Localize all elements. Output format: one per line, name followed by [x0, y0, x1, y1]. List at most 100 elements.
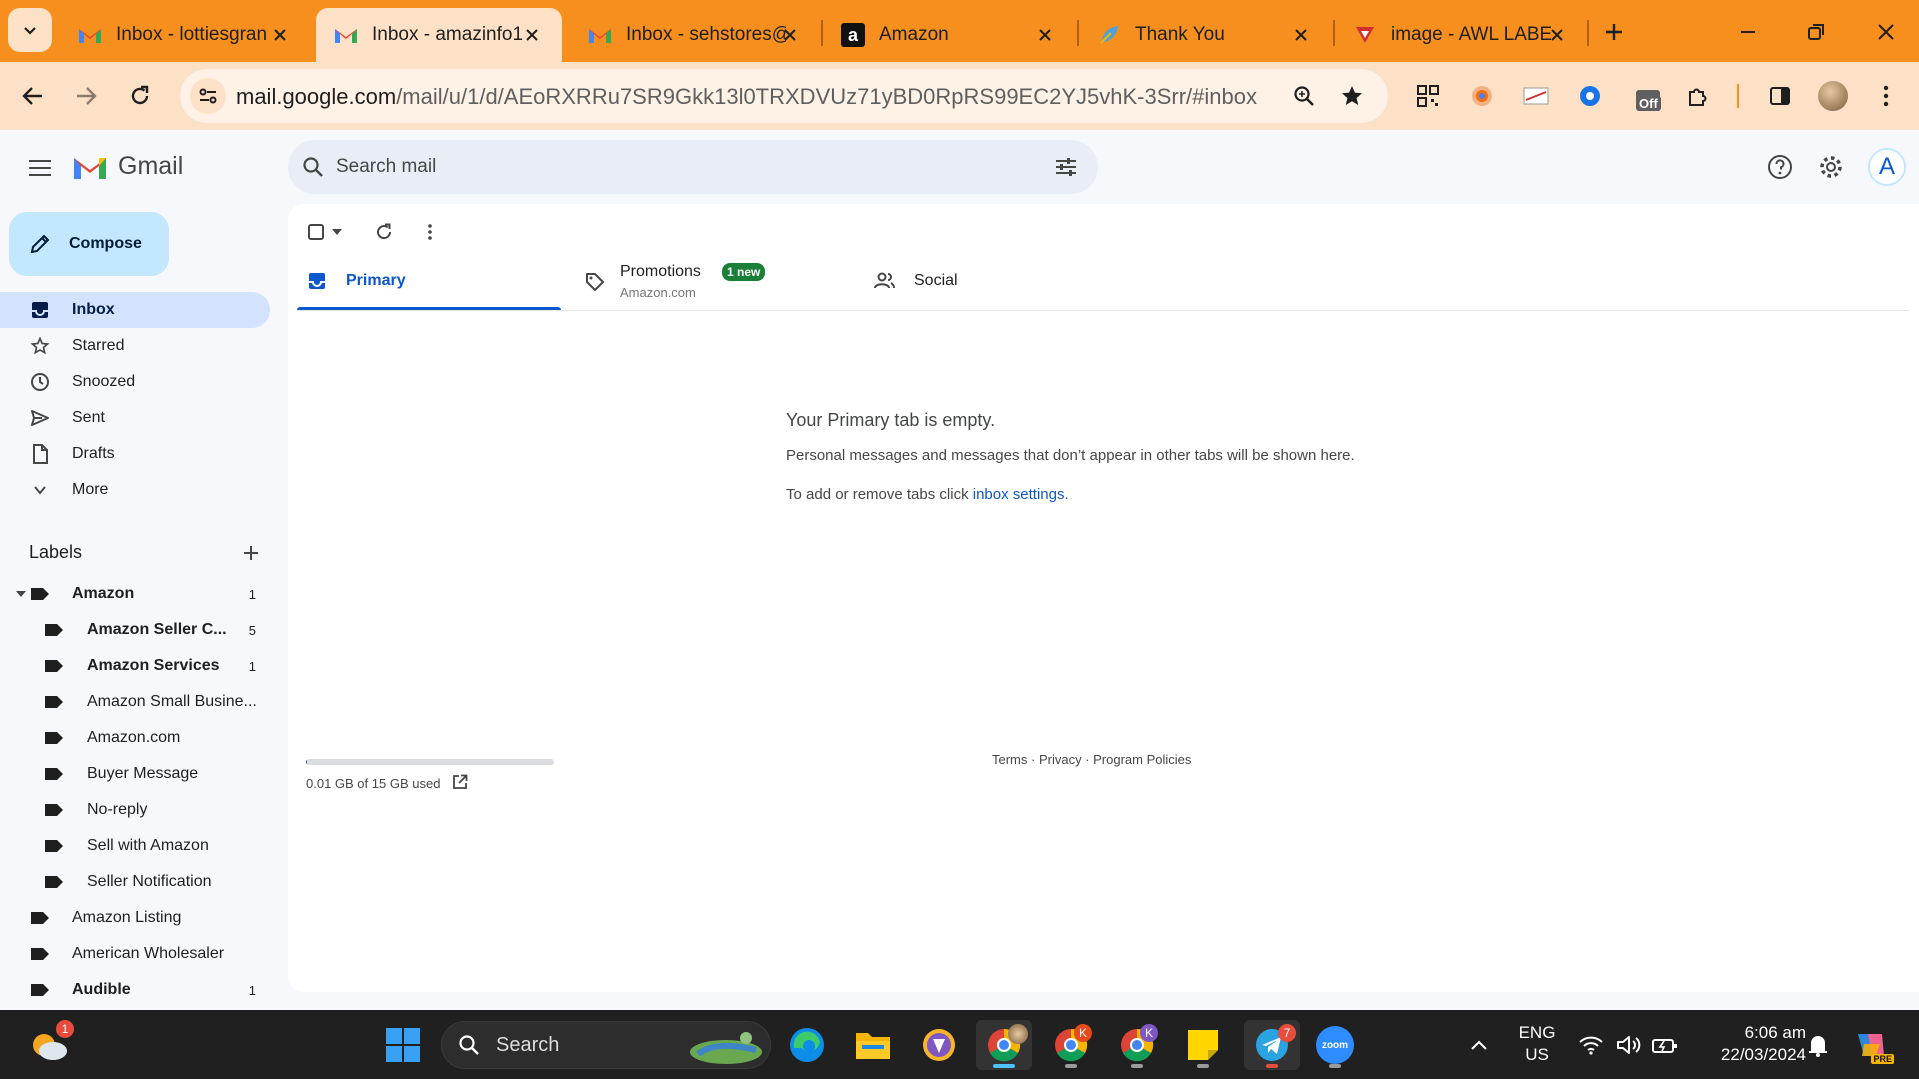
nav-more[interactable]: More — [0, 472, 270, 508]
side-panel-icon[interactable] — [1762, 78, 1798, 114]
minimize-button[interactable] — [1730, 14, 1766, 50]
label-item[interactable]: Audible 1 — [0, 972, 270, 1008]
label-name: Amazon.com — [87, 729, 181, 746]
close-icon[interactable] — [1543, 21, 1571, 49]
program-policies-link[interactable]: Program Policies — [1093, 752, 1191, 767]
weather-widget[interactable]: 1 — [24, 1020, 74, 1070]
close-window-button[interactable] — [1868, 14, 1904, 50]
nav-drafts[interactable]: Drafts — [0, 436, 270, 472]
browser-tab[interactable]: image - AWL LABE — [1335, 8, 1587, 62]
label-item[interactable]: Amazon.com — [0, 720, 270, 756]
label-item[interactable]: Amazon Listing — [0, 900, 270, 936]
telegram-app[interactable]: 7 — [1244, 1020, 1300, 1070]
compose-button[interactable]: Compose — [9, 212, 169, 276]
browser-tab[interactable]: Thank You — [1079, 8, 1331, 62]
tab-search-button[interactable] — [8, 8, 52, 52]
terms-link[interactable]: Terms — [992, 752, 1027, 767]
close-icon[interactable] — [1031, 21, 1059, 49]
chrome-app[interactable]: K — [1046, 1020, 1096, 1070]
tab-social[interactable]: Social — [874, 254, 1134, 310]
battery-charging-icon — [1652, 1039, 1677, 1053]
site-info-icon[interactable] — [190, 78, 226, 114]
label-item[interactable]: Amazon Seller C... 5 — [0, 612, 270, 648]
address-bar[interactable]: mail.google.com/mail/u/1/d/AEoRXRRu7SR9G… — [180, 69, 1388, 123]
browser-tab[interactable]: Inbox - sehstores@ — [570, 8, 820, 62]
login-extension-icon[interactable] — [1518, 78, 1554, 114]
nav-sent[interactable]: Sent — [0, 400, 270, 436]
sticky-notes-app[interactable] — [1178, 1020, 1228, 1070]
browser-tab[interactable]: a Amazon — [823, 8, 1075, 62]
language-indicator[interactable]: ENG US — [1510, 1022, 1564, 1066]
chrome-app[interactable]: K — [1112, 1020, 1162, 1070]
file-explorer[interactable] — [848, 1020, 898, 1070]
copilot-button[interactable]: PRE — [1846, 1020, 1896, 1070]
close-icon[interactable] — [1287, 21, 1315, 49]
chrome-app-active[interactable] — [976, 1020, 1032, 1070]
battery-status[interactable] — [1642, 1020, 1688, 1070]
label-item[interactable]: Amazon Services 1 — [0, 648, 270, 684]
search-options-icon[interactable] — [1054, 155, 1078, 179]
label-item[interactable]: Sell with Amazon — [0, 828, 270, 864]
forward-button[interactable] — [68, 78, 104, 114]
close-icon[interactable] — [518, 21, 546, 49]
extensions-puzzle-icon[interactable] — [1680, 78, 1716, 114]
support-icon[interactable] — [1767, 154, 1793, 180]
caret-down-icon[interactable] — [332, 229, 342, 235]
empty-title: Your Primary tab is empty. — [786, 410, 996, 430]
nav-snoozed[interactable]: Snoozed — [0, 364, 270, 400]
timer-extension-icon[interactable]: Off — [1630, 82, 1666, 118]
nav-inbox[interactable]: Inbox — [0, 292, 270, 328]
start-button[interactable] — [378, 1020, 428, 1070]
inbox-settings-link[interactable]: inbox settings — [973, 486, 1065, 503]
label-item[interactable]: No-reply — [0, 792, 270, 828]
circle-extension-icon[interactable] — [1464, 78, 1500, 114]
tab-promotions[interactable]: Promotions 1 new Amazon.com — [585, 254, 845, 310]
label-item[interactable]: Seller Notification — [0, 864, 270, 900]
browser-tab-active[interactable]: Inbox - amazinfo1 — [316, 8, 562, 62]
edge-browser[interactable] — [782, 1020, 832, 1070]
show-hidden-icons-button[interactable] — [1454, 1020, 1504, 1070]
label-item[interactable]: Amazon Small Busine... — [0, 684, 270, 720]
inbox-icon — [28, 298, 52, 322]
settings-gear-icon[interactable] — [1818, 154, 1844, 180]
caret-down-icon[interactable] — [16, 590, 26, 598]
clock[interactable]: 6:06 am 22/03/2024 — [1696, 1022, 1806, 1066]
search-input[interactable] — [336, 140, 996, 194]
reload-button[interactable] — [122, 78, 158, 114]
external-link-icon[interactable] — [452, 774, 468, 790]
search-icon[interactable] — [302, 156, 324, 178]
close-icon[interactable] — [266, 21, 294, 49]
privacy-link[interactable]: Privacy — [1039, 752, 1082, 767]
people-icon — [874, 272, 895, 289]
close-icon[interactable] — [776, 21, 804, 49]
search-bar[interactable] — [288, 140, 1098, 194]
restore-button[interactable] — [1798, 14, 1834, 50]
label-item[interactable]: American Wholesaler — [0, 936, 270, 972]
qr-code-extension-icon[interactable] — [1410, 78, 1446, 114]
more-vertical-icon[interactable] — [427, 224, 433, 240]
label-count: 1 — [248, 586, 256, 602]
label-item[interactable]: Amazon 1 — [0, 576, 270, 612]
nav-starred[interactable]: Starred — [0, 328, 270, 364]
refresh-icon[interactable] — [375, 223, 393, 241]
zoom-app[interactable]: zoom — [1310, 1020, 1360, 1070]
taskbar-search[interactable]: Search — [441, 1021, 771, 1069]
select-all-checkbox[interactable] — [308, 224, 342, 240]
bookmark-star-icon[interactable] — [1334, 78, 1370, 114]
tab-primary[interactable]: Primary — [297, 254, 561, 310]
brave-app[interactable] — [914, 1020, 964, 1070]
game-extension-icon[interactable] — [1572, 78, 1608, 114]
label-tag-icon — [45, 804, 63, 816]
more-vertical-icon[interactable] — [1868, 78, 1904, 114]
create-label-button[interactable] — [238, 540, 264, 566]
gmail-logo[interactable]: Gmail — [72, 152, 183, 181]
main-menu-button[interactable] — [22, 150, 58, 186]
back-button[interactable] — [15, 78, 51, 114]
browser-tab[interactable]: Inbox - lottiesgran — [60, 8, 310, 62]
label-item[interactable]: Buyer Message — [0, 756, 270, 792]
new-tab-button[interactable] — [1596, 14, 1632, 50]
zoom-search-icon[interactable] — [1286, 78, 1322, 114]
account-avatar[interactable]: A — [1868, 148, 1906, 186]
profile-avatar[interactable] — [1815, 78, 1851, 114]
notifications-button[interactable] — [1798, 1020, 1838, 1070]
